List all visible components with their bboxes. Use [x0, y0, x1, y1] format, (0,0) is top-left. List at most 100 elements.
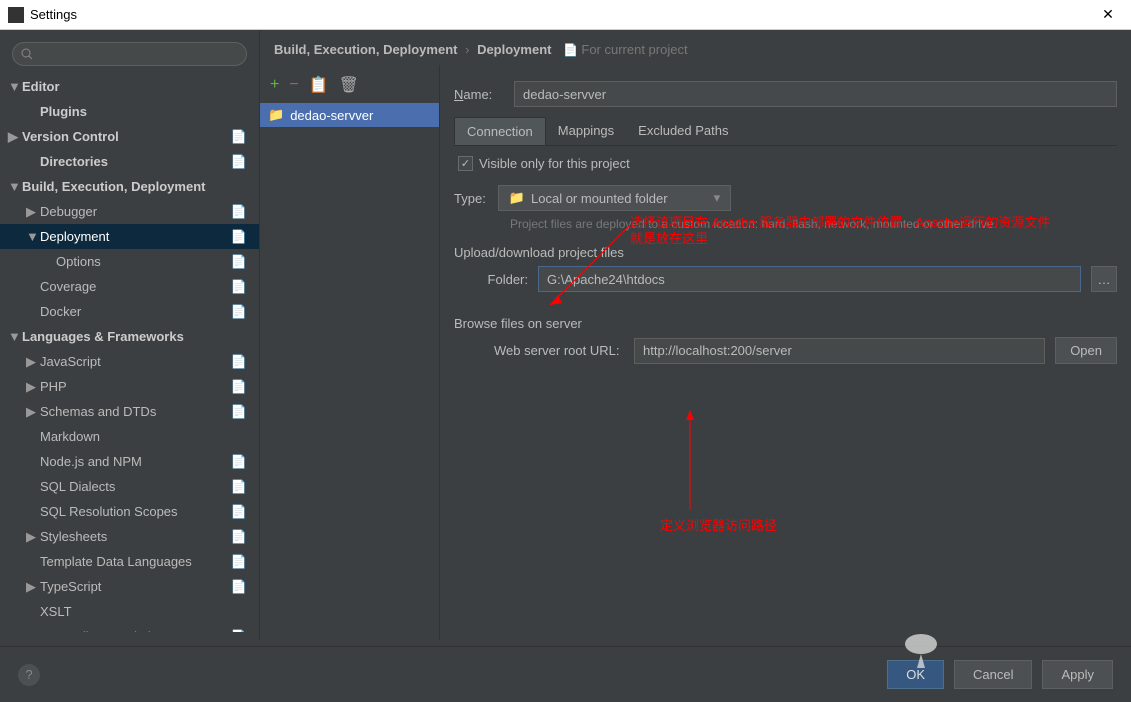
tree-item-options[interactable]: Options📄: [0, 249, 259, 274]
tree-item-xslt-file-associations[interactable]: XSLT File Associations 📄: [0, 624, 259, 632]
tree-item-stylesheets[interactable]: ▶ Stylesheets 📄: [0, 524, 259, 549]
search-input[interactable]: [12, 42, 247, 66]
tree-label: Plugins: [40, 104, 87, 119]
tree-label: Build, Execution, Deployment: [22, 179, 205, 194]
scope-icon: 📄: [231, 554, 247, 570]
tree-item-languages-frameworks[interactable]: ▼ Languages & Frameworks: [0, 324, 259, 349]
tree-item-debugger[interactable]: ▶Debugger📄: [0, 199, 259, 224]
scope-icon: 📄: [231, 304, 247, 320]
apply-button[interactable]: Apply: [1042, 660, 1113, 689]
footer: ? OK Cancel Apply: [0, 646, 1131, 702]
tree-item-directories[interactable]: Directories📄: [0, 149, 259, 174]
browse-button[interactable]: …: [1091, 266, 1117, 292]
arrow-icon: ▶: [26, 529, 36, 545]
copy-icon[interactable]: 📋: [309, 75, 329, 95]
upload-section-label: Upload/download project files: [454, 245, 1117, 260]
tree-item-template-data-languages[interactable]: Template Data Languages 📄: [0, 549, 259, 574]
close-icon[interactable]: ✕: [1093, 0, 1123, 30]
arrow-icon: ▼: [8, 179, 18, 194]
tree-item-version-control[interactable]: ▶Version Control📄: [0, 124, 259, 149]
tree-item-coverage[interactable]: Coverage📄: [0, 274, 259, 299]
scope-icon: 📄: [231, 479, 247, 495]
tree-item-typescript[interactable]: ▶ TypeScript 📄: [0, 574, 259, 599]
cancel-button[interactable]: Cancel: [954, 660, 1032, 689]
tab-excluded[interactable]: Excluded Paths: [626, 117, 740, 145]
tree-label: Debugger: [40, 204, 97, 219]
arrow-icon: ▶: [26, 354, 36, 370]
folder-icon: 📁: [268, 107, 284, 123]
tree-item-sql-dialects[interactable]: SQL Dialects 📄: [0, 474, 259, 499]
scope-icon: 📄: [231, 629, 247, 633]
url-label: Web server root URL:: [494, 343, 624, 358]
tree-label: PHP: [40, 379, 67, 394]
remove-icon[interactable]: −: [289, 76, 298, 94]
browse-section-label: Browse files on server: [454, 316, 1117, 331]
app-icon: [8, 7, 24, 23]
tree-label: Stylesheets: [40, 529, 107, 544]
tree-label: SQL Resolution Scopes: [40, 504, 178, 519]
settings-tree: ▼ Editor Plugins ▶Version Control📄Directori…: [0, 74, 259, 632]
visible-label: Visible only for this project: [479, 156, 630, 171]
tab-connection[interactable]: Connection: [454, 117, 546, 145]
tree-label: SQL Dialects: [40, 479, 115, 494]
tree-item-build-execution-deployment[interactable]: ▼ Build, Execution, Deployment: [0, 174, 259, 199]
tree-label: Schemas and DTDs: [40, 404, 156, 419]
search-icon: [21, 48, 33, 60]
type-hint: Project files are deployed to a custom l…: [510, 217, 1117, 231]
tree-item-node-js-and-npm[interactable]: Node.js and NPM 📄: [0, 449, 259, 474]
tree-item-javascript[interactable]: ▶JavaScript📄: [0, 349, 259, 374]
tree-label: TypeScript: [40, 579, 101, 594]
tree-label: Template Data Languages: [40, 554, 192, 569]
chevron-down-icon: ▾: [714, 190, 721, 206]
tree-label: Markdown: [40, 429, 100, 444]
tree-item-sql-resolution-scopes[interactable]: SQL Resolution Scopes📄: [0, 499, 259, 524]
folder-input[interactable]: [538, 266, 1081, 292]
type-label: Type:: [454, 191, 486, 206]
arrow-icon: ▼: [8, 329, 18, 344]
open-button[interactable]: Open: [1055, 337, 1117, 364]
tree-item-xslt[interactable]: XSLT: [0, 599, 259, 624]
server-item[interactable]: 📁 dedao-servver: [260, 103, 439, 127]
type-select[interactable]: 📁 Local or mounted folder ▾: [498, 185, 731, 211]
tree-item-editor[interactable]: ▼ Editor: [0, 74, 259, 99]
tree-label: Languages & Frameworks: [22, 329, 184, 344]
arrow-icon: ▶: [26, 404, 36, 420]
tree-item-php[interactable]: ▶PHP📄: [0, 374, 259, 399]
scope-icon: 📄: [231, 529, 247, 545]
tree-label: Node.js and NPM: [40, 454, 142, 469]
tree-label: XSLT File Associations: [40, 629, 172, 632]
tree-label: Editor: [22, 79, 60, 94]
scope-icon: 📄: [231, 354, 247, 370]
tree-item-schemas-and-dtds[interactable]: ▶Schemas and DTDs📄: [0, 399, 259, 424]
scope-icon: 📄: [231, 204, 247, 220]
tree-item-markdown[interactable]: Markdown: [0, 424, 259, 449]
name-input[interactable]: [514, 81, 1117, 107]
tree-label: Docker: [40, 304, 81, 319]
scope-icon: 📄: [231, 579, 247, 595]
url-input[interactable]: [634, 338, 1045, 364]
titlebar: Settings ✕: [0, 0, 1131, 30]
arrow-icon: ▶: [26, 579, 36, 595]
window-title: Settings: [30, 7, 1093, 22]
annotation-bottom: 定义浏览器访问路径: [660, 515, 777, 534]
arrow-icon: ▼: [8, 79, 18, 94]
breadcrumb: Build, Execution, Deployment › Deploymen…: [260, 30, 1131, 65]
arrow-icon: ▼: [26, 229, 36, 244]
arrow-bottom: [680, 410, 720, 520]
tree-item-deployment[interactable]: ▼Deployment📄: [0, 224, 259, 249]
add-icon[interactable]: +: [270, 76, 279, 94]
visible-checkbox[interactable]: ✓: [458, 156, 473, 171]
tree-item-docker[interactable]: Docker 📄: [0, 299, 259, 324]
trash-icon[interactable]: 🗑: [339, 75, 359, 95]
folder-icon: 📁: [509, 190, 525, 206]
tab-mappings[interactable]: Mappings: [546, 117, 626, 145]
arrow-icon: ▶: [26, 379, 36, 395]
tree-item-plugins[interactable]: Plugins: [0, 99, 259, 124]
arrow-icon: ▶: [8, 129, 18, 145]
server-toolbar: + − 📋 🗑: [260, 75, 439, 101]
tree-label: Deployment: [40, 229, 109, 244]
scope-icon: 📄: [231, 454, 247, 470]
folder-label: Folder:: [474, 272, 528, 287]
scope-icon: 📄: [231, 279, 247, 295]
help-button[interactable]: ?: [18, 664, 40, 686]
